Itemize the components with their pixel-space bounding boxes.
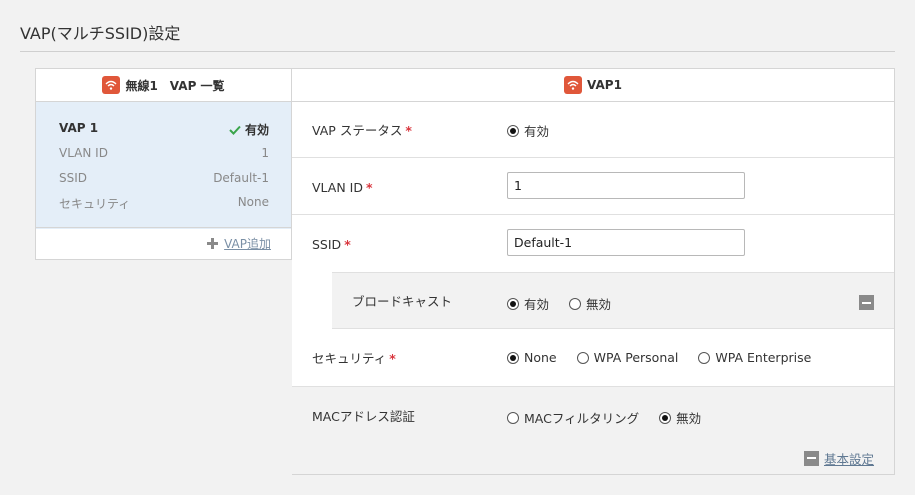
basic-settings-button[interactable]: 基本設定 [803, 449, 874, 468]
radio-selected-icon [507, 124, 519, 137]
vap-detail-header: VAP1 [292, 69, 894, 102]
wifi-icon [102, 76, 121, 94]
vap-item-security-label: セキュリティ [59, 197, 131, 211]
vap-list-item[interactable]: VAP 1 有効 VLAN ID 1 SSID Default-1 セキュリティ… [36, 102, 291, 229]
broadcast-row: ブロードキャスト 有効 無効 [332, 272, 894, 329]
vap-item-vlan-value: 1 [261, 146, 269, 160]
vap-list-title: 無線1 VAP 一覧 [125, 78, 225, 93]
broadcast-disabled-radio[interactable]: 無効 [569, 294, 611, 313]
broadcast-label: ブロードキャスト [352, 294, 453, 309]
mac-auth-label: MACアドレス認証 [312, 409, 415, 424]
mac-auth-row: MACアドレス認証 MACフィルタリング 無効 [292, 387, 894, 444]
security-wpa-enterprise-radio[interactable]: WPA Enterprise [698, 350, 811, 365]
plus-icon [207, 238, 219, 249]
title-divider [20, 51, 895, 52]
vap-item-ssid-label: SSID [59, 171, 88, 185]
vap-status-enabled-radio[interactable]: 有効 [507, 121, 549, 140]
basic-settings-label: 基本設定 [823, 451, 874, 467]
vlan-id-input[interactable] [507, 172, 745, 199]
mac-filtering-radio[interactable]: MACフィルタリング [507, 408, 639, 427]
vlan-id-row: VLAN ID * [292, 158, 894, 215]
mac-auth-disabled-radio[interactable]: 無効 [659, 408, 701, 427]
radio-unselected-icon [698, 351, 711, 364]
radio-unselected-icon [576, 351, 589, 364]
vap-list-panel: 無線1 VAP 一覧 VAP 1 有効 VLAN ID 1 SSID Defau… [35, 68, 292, 260]
security-row: セキュリティ * None WPA Personal WPA Enterprise [292, 329, 894, 387]
radio-unselected-icon [569, 297, 582, 310]
security-label: セキュリティ * [312, 351, 396, 366]
vap-detail-panel: VAP1 VAP ステータス* 有効 VLAN ID* SSID* ブロードキャ… [292, 68, 895, 475]
ssid-row: SSID * [292, 215, 894, 272]
vap-status-row: VAP ステータス * 有効 [292, 101, 894, 158]
vap-item-status: 有効 [244, 123, 269, 137]
vap-item-name: VAP 1 [59, 121, 99, 135]
vap-detail-title: VAP1 [587, 78, 622, 92]
ssid-label: SSID * [312, 237, 351, 252]
security-none-radio[interactable]: None [507, 350, 557, 365]
broadcast-enabled-radio[interactable]: 有効 [507, 294, 549, 313]
collapse-icon[interactable] [859, 295, 874, 310]
radio-selected-icon [507, 351, 519, 364]
radio-selected-icon [659, 411, 672, 424]
vlan-id-label: VLAN ID * [312, 180, 373, 195]
vap-item-ssid-value: Default-1 [213, 171, 269, 185]
radio-selected-icon [507, 297, 519, 310]
radio-unselected-icon [507, 411, 519, 424]
vap-item-security-value: None [237, 195, 269, 209]
check-icon [229, 125, 241, 135]
vap-item-vlan-label: VLAN ID [59, 146, 108, 160]
wifi-icon [564, 76, 583, 94]
vap-list-footer: VAP追加 [36, 227, 291, 259]
vap-status-label: VAP ステータス * [312, 123, 412, 138]
vap-detail-footer: 基本設定 [292, 442, 894, 474]
security-wpa-personal-radio[interactable]: WPA Personal [576, 350, 678, 365]
page-title: VAP(マルチSSID)設定 [20, 24, 181, 43]
minus-icon [803, 450, 819, 466]
vap-list-header: 無線1 VAP 一覧 [36, 69, 291, 102]
add-vap-label: VAP追加 [224, 237, 271, 251]
ssid-input[interactable] [507, 229, 745, 256]
add-vap-button[interactable]: VAP追加 [207, 235, 271, 252]
